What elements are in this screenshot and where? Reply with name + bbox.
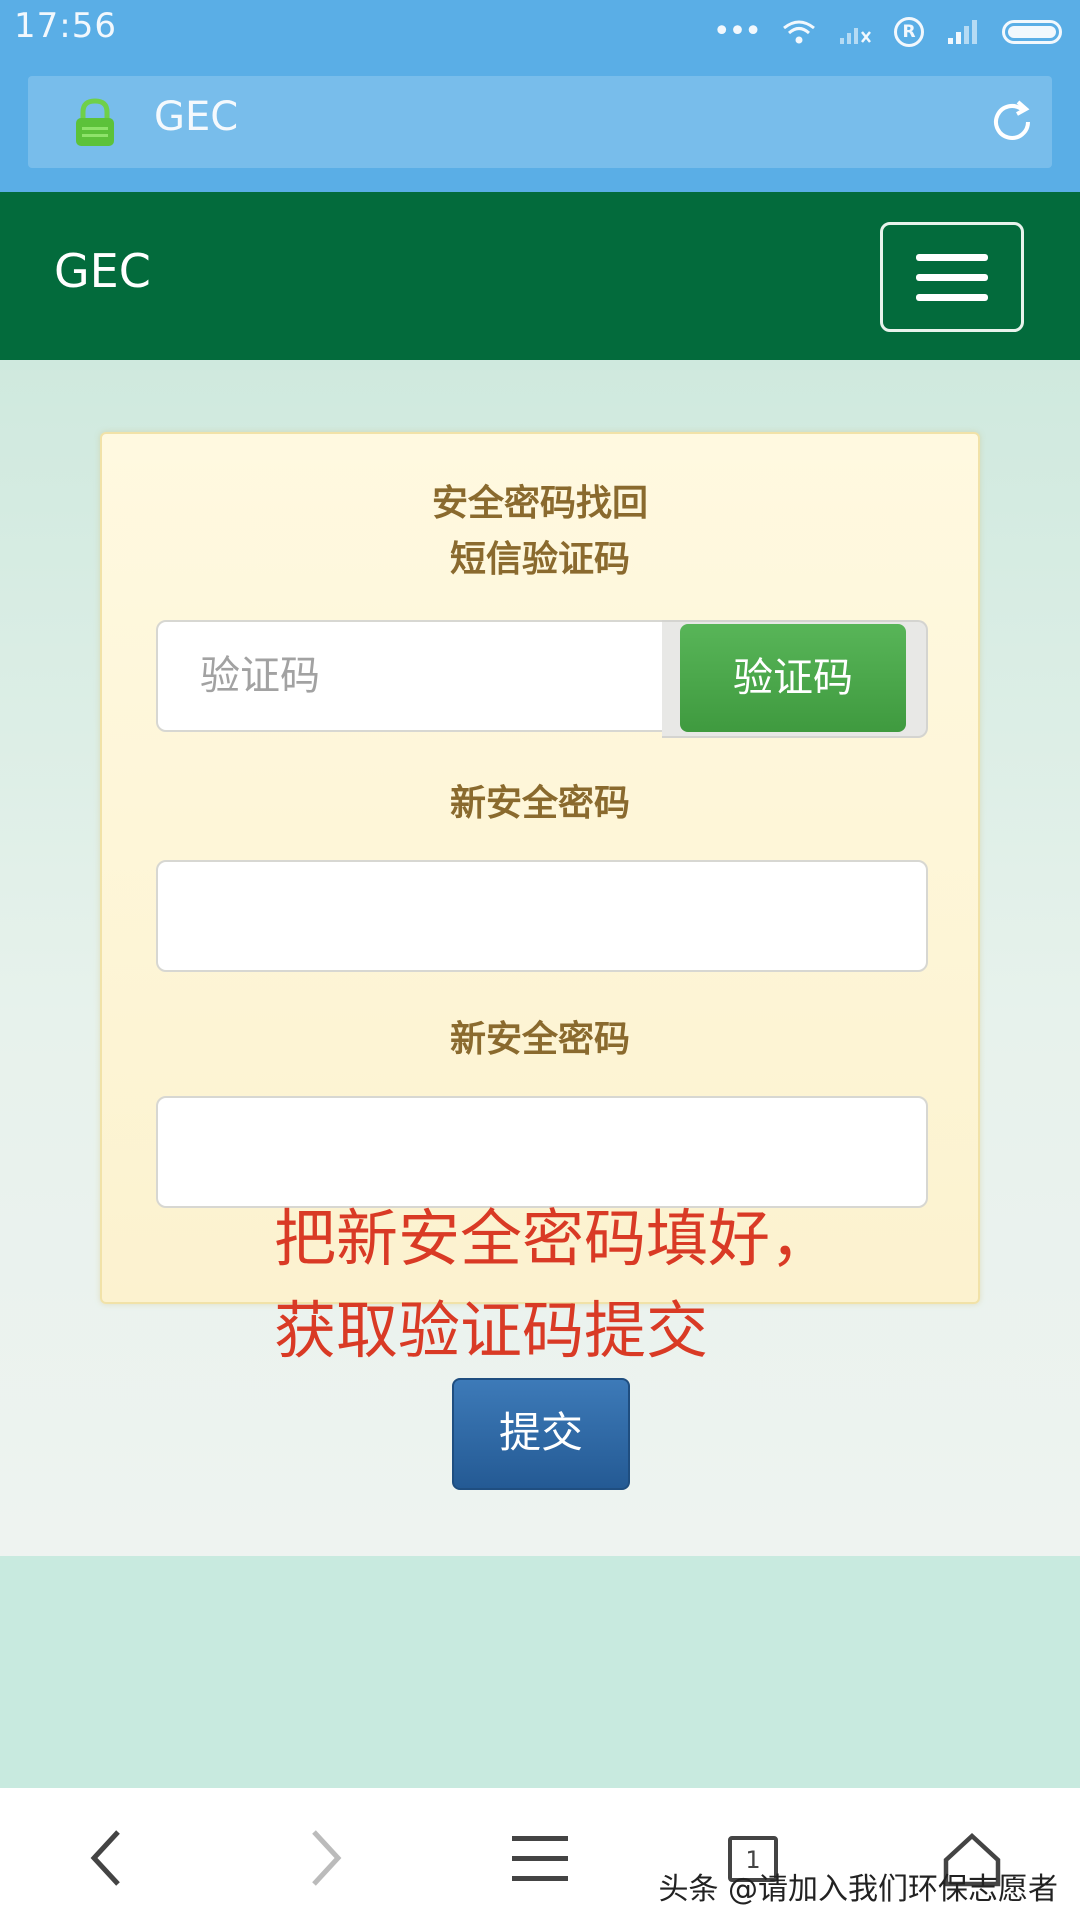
status-bar: 17:56 ••• R: [0, 0, 1080, 66]
browser-toolbar: GEC: [0, 66, 1080, 192]
menu-toggle-button[interactable]: [880, 222, 1024, 332]
browser-bottom-nav: 1 头条 @请加入我们环保志愿者: [0, 1788, 1080, 1920]
site-brand[interactable]: GEC: [54, 244, 151, 298]
status-time: 17:56: [14, 6, 117, 46]
address-bar[interactable]: GEC: [28, 76, 1052, 168]
back-icon[interactable]: [56, 1808, 156, 1908]
form-title: 安全密码找回: [431, 483, 648, 524]
menu-icon[interactable]: [490, 1808, 590, 1908]
signal-no-service-icon: [840, 28, 871, 44]
menu-bar: [916, 293, 988, 301]
status-icons: ••• R: [713, 10, 1062, 54]
watermark-text: 头条 @请加入我们环保志愿者: [658, 1872, 1058, 1907]
submit-button[interactable]: 提交: [452, 1378, 630, 1490]
annotation-line-1: 把新安全密码填好，: [274, 1202, 833, 1275]
more-dots-icon: •••: [712, 14, 762, 49]
main-content: 安全密码找回 短信验证码 验证码 验证码 新安全密码 新安全密码 把新安全密码填…: [0, 360, 1080, 1556]
reload-icon[interactable]: [988, 98, 1036, 146]
get-code-button-wrap: 验证码: [662, 620, 928, 738]
confirm-password-input[interactable]: [156, 1096, 928, 1208]
signal-icon: [948, 20, 977, 44]
registered-icon: R: [894, 17, 924, 47]
menu-bar: [916, 253, 988, 261]
sms-code-input[interactable]: 验证码: [156, 620, 666, 732]
new-password-input[interactable]: [156, 860, 928, 972]
site-header: GEC: [0, 192, 1080, 360]
url-text: GEC: [154, 94, 239, 140]
wifi-icon: [783, 20, 815, 44]
page-footer-area: [0, 1556, 1080, 1788]
menu-bar: [916, 273, 988, 281]
reset-password-card: 安全密码找回 短信验证码 验证码 验证码 新安全密码 新安全密码: [100, 432, 980, 1304]
lock-icon: [76, 98, 114, 146]
sms-code-label: 短信验证码: [449, 539, 630, 580]
confirm-password-label: 新安全密码: [449, 1019, 630, 1060]
forward-icon[interactable]: [276, 1808, 376, 1908]
new-password-label: 新安全密码: [449, 783, 630, 824]
battery-icon: [1002, 20, 1062, 44]
annotation-line-2: 获取验证码提交: [274, 1294, 709, 1367]
get-code-button[interactable]: 验证码: [680, 624, 906, 732]
